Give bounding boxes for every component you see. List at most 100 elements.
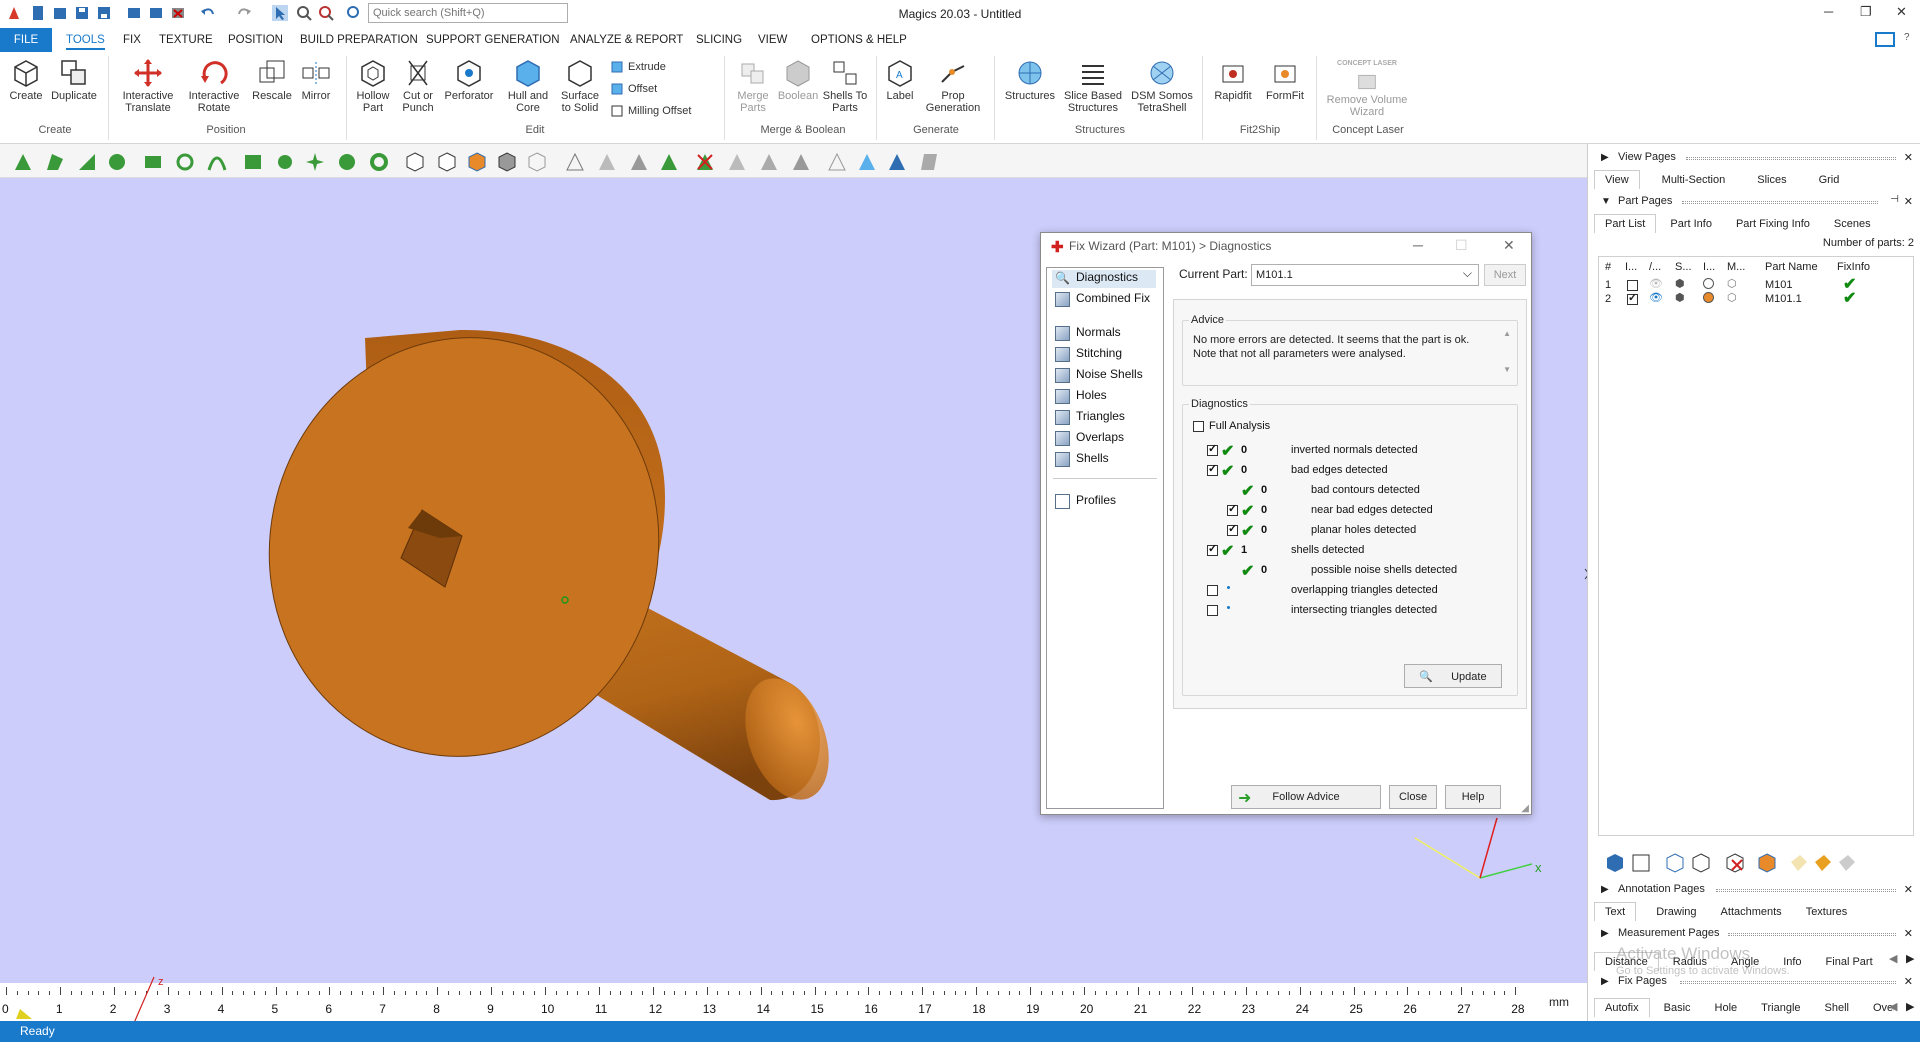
layout-icon[interactable] xyxy=(1874,30,1898,50)
current-part-select[interactable]: M101.1 xyxy=(1251,264,1479,286)
diagnostic-checkbox[interactable] xyxy=(1207,442,1218,456)
select-flower-icon[interactable] xyxy=(274,151,296,173)
slice-based-structures-button[interactable]: Slice Based Structures xyxy=(1062,58,1124,114)
close-panel-icon[interactable]: ✕ xyxy=(1904,151,1913,164)
expand-arrow-icon[interactable]: ▶ xyxy=(1601,152,1609,163)
view-cube-wire-icon[interactable] xyxy=(526,151,548,173)
select-shell-icon[interactable] xyxy=(106,151,128,173)
tab-multi-section[interactable]: Multi-Section xyxy=(1652,171,1736,189)
tab-basic[interactable]: Basic xyxy=(1654,999,1701,1017)
close-button[interactable]: Close xyxy=(1389,785,1437,809)
pin-icon[interactable]: ⊣ xyxy=(1890,194,1899,205)
tab-attachments[interactable]: Attachments xyxy=(1711,903,1792,921)
close-panel-icon[interactable]: ✕ xyxy=(1904,975,1913,988)
close-window-icon[interactable]: ✕ xyxy=(1896,4,1907,20)
nav-overlaps[interactable]: Overlaps xyxy=(1052,430,1156,448)
diagnostic-checkbox[interactable] xyxy=(1207,462,1218,476)
scroll-up-icon[interactable]: ▲ xyxy=(1503,329,1511,338)
surface-to-solid-button[interactable]: Surface to Solid xyxy=(556,58,604,114)
triangle-mark-icon[interactable] xyxy=(564,151,586,173)
tab-build-preparation[interactable]: BUILD PREPARATION xyxy=(300,32,418,48)
tab-options-help[interactable]: OPTIONS & HELP xyxy=(811,32,907,48)
tab-fix[interactable]: FIX xyxy=(123,32,141,48)
tab-grid[interactable]: Grid xyxy=(1809,171,1850,189)
minimize-icon[interactable]: ─ xyxy=(1824,4,1833,19)
measurement-pages-header[interactable]: ▶ Measurement Pages ✕ xyxy=(1588,924,1920,944)
hollow-part-button[interactable]: Hollow Part xyxy=(350,58,396,114)
scroll-left-icon[interactable]: ◀ xyxy=(1889,952,1897,965)
fix-pages-header[interactable]: ▶ Fix Pages ✕ xyxy=(1588,972,1920,992)
cut-or-punch-button[interactable]: Cut or Punch xyxy=(396,58,440,114)
scroll-left-icon[interactable]: ◀ xyxy=(1889,1000,1897,1013)
view-cube-shaded-icon[interactable] xyxy=(496,151,518,173)
diagnostic-checkbox[interactable] xyxy=(1227,502,1238,516)
tab-slices[interactable]: Slices xyxy=(1747,171,1796,189)
offset-button[interactable]: Offset xyxy=(610,82,657,96)
tab-analyze-report[interactable]: ANALYZE & REPORT xyxy=(570,32,683,48)
row-checkbox[interactable] xyxy=(1627,280,1638,291)
triangle-tool-c-icon[interactable] xyxy=(790,151,812,173)
diagnostic-checkbox[interactable] xyxy=(1207,585,1218,596)
help-button[interactable]: Help xyxy=(1445,785,1501,809)
tab-autofix[interactable]: Autofix xyxy=(1594,998,1650,1017)
nav-shells[interactable]: Shells xyxy=(1052,451,1156,469)
restore-icon[interactable]: ❐ xyxy=(1860,4,1872,20)
nav-diagnostics[interactable]: 🔍 Diagnostics xyxy=(1052,270,1156,288)
diagnostic-checkbox[interactable] xyxy=(1207,542,1218,556)
tab-final-part[interactable]: Final Part xyxy=(1816,953,1883,971)
interactive-translate-button[interactable]: Interactive Translate xyxy=(114,58,182,114)
eye-icon[interactable]: 👁 xyxy=(1649,277,1663,290)
tab-support-generation[interactable]: SUPPORT GENERATION xyxy=(426,32,560,48)
scroll-right-icon[interactable]: ▶ xyxy=(1906,1000,1914,1013)
tab-part-info[interactable]: Part Info xyxy=(1660,215,1722,233)
triangle-tool-a-icon[interactable] xyxy=(726,151,748,173)
view-pages-header[interactable]: ▶ View Pages ✕ xyxy=(1588,148,1920,168)
expand-arrow-icon[interactable]: ▶ xyxy=(1601,884,1609,895)
select-plane-icon[interactable] xyxy=(44,151,66,173)
select-triangle-icon[interactable] xyxy=(12,151,34,173)
view-cube-top-icon[interactable] xyxy=(436,151,458,173)
delete-triangle-icon[interactable] xyxy=(694,151,716,173)
tab-drawing[interactable]: Drawing xyxy=(1646,903,1706,921)
checkbox[interactable] xyxy=(1193,421,1204,432)
part-name[interactable]: M101.1 xyxy=(1765,293,1802,305)
scroll-down-icon[interactable]: ▼ xyxy=(1503,365,1511,374)
select-lasso-icon[interactable] xyxy=(174,151,196,173)
tab-view[interactable]: VIEW xyxy=(758,32,787,48)
merge-parts-button[interactable]: Merge Parts xyxy=(728,58,778,114)
tab-textures[interactable]: Textures xyxy=(1796,903,1858,921)
help-icon[interactable]: ? xyxy=(1904,32,1910,43)
select-curve-icon[interactable] xyxy=(206,151,228,173)
scroll-right-icon[interactable]: ▶ xyxy=(1906,952,1914,965)
part-tag-gray-icon[interactable] xyxy=(1836,852,1858,874)
tab-triangle[interactable]: Triangle xyxy=(1751,999,1810,1017)
select-ring-icon[interactable] xyxy=(368,151,390,173)
dsm-somos-tetrashell-button[interactable]: DSM Somos TetraShell xyxy=(1128,58,1196,114)
part-tag-icon[interactable] xyxy=(1788,852,1810,874)
formfit-button[interactable]: FormFit xyxy=(1262,58,1308,102)
select-box-icon[interactable] xyxy=(142,151,164,173)
tab-hole[interactable]: Hole xyxy=(1705,999,1748,1017)
update-button[interactable]: 🔍 Update xyxy=(1404,664,1502,688)
close-panel-icon[interactable]: ✕ xyxy=(1904,883,1913,896)
part-duplicate-icon[interactable] xyxy=(1664,852,1686,874)
color-circle-icon[interactable] xyxy=(1703,292,1714,303)
close-panel-icon[interactable]: ✕ xyxy=(1904,195,1913,208)
triangle-tool-e-icon[interactable] xyxy=(856,151,878,173)
dialog-maximize-icon[interactable]: ☐ xyxy=(1455,237,1468,254)
expand-arrow-icon[interactable]: ▶ xyxy=(1601,976,1609,987)
triangle-tool-g-icon[interactable] xyxy=(918,151,940,173)
dialog-minimize-icon[interactable]: ─ xyxy=(1413,237,1423,253)
nav-holes[interactable]: Holes xyxy=(1052,388,1156,406)
diagnostic-checkbox[interactable] xyxy=(1227,522,1238,536)
hull-and-core-button[interactable]: Hull and Core xyxy=(502,58,554,114)
part-color-icon[interactable] xyxy=(1756,852,1778,874)
perforator-button[interactable]: Perforator xyxy=(442,58,496,102)
resize-grip-icon[interactable]: ◢ xyxy=(1521,803,1529,814)
select-surface-icon[interactable] xyxy=(76,151,98,173)
close-panel-icon[interactable]: ✕ xyxy=(1904,927,1913,940)
part-add-icon[interactable] xyxy=(1604,852,1626,874)
tab-part-list[interactable]: Part List xyxy=(1594,214,1657,233)
eye-icon[interactable]: 👁 xyxy=(1649,291,1663,304)
tab-tools[interactable]: TOOLS xyxy=(66,32,105,50)
